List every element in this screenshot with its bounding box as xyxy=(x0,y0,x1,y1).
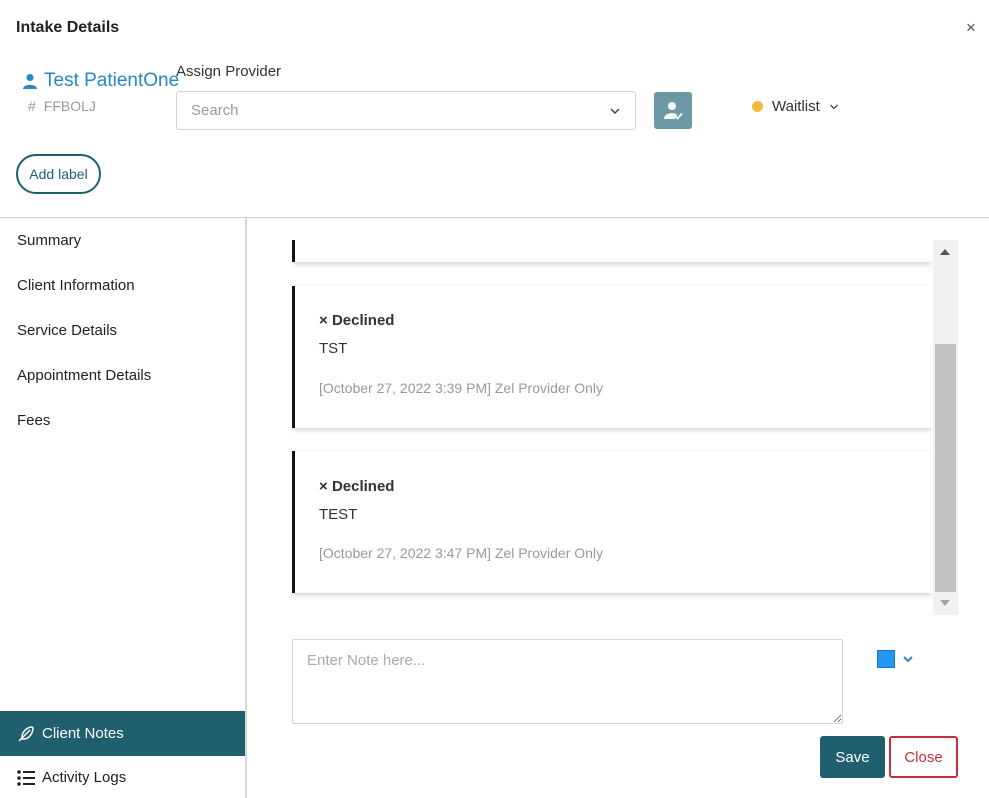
chevron-down-icon xyxy=(829,104,838,109)
assign-provider-label: Assign Provider xyxy=(176,63,282,80)
note-text: TEST xyxy=(319,506,358,523)
note-status-label: Declined xyxy=(331,478,395,495)
note-status: × Declined xyxy=(319,478,394,495)
provider-search-placeholder: Search xyxy=(191,102,239,119)
color-swatch xyxy=(877,650,895,668)
status-label: Waitlist xyxy=(772,98,820,115)
declined-x-icon: × xyxy=(319,312,328,329)
sidebar-item-summary[interactable]: Summary xyxy=(17,232,81,249)
patient-name: Test PatientOne xyxy=(44,70,180,91)
assign-user-icon xyxy=(664,101,683,120)
chevron-down-icon xyxy=(903,656,913,663)
sidebar-divider xyxy=(245,218,247,798)
sidebar-item-client-notes[interactable]: Client Notes xyxy=(0,711,245,756)
patient-id-value: FFBOLJ xyxy=(43,98,96,114)
sidebar-item-label: Activity Logs xyxy=(42,769,127,786)
person-icon xyxy=(23,74,37,89)
feather-pen-icon xyxy=(18,725,34,742)
status-dropdown[interactable]: Waitlist xyxy=(752,98,839,115)
modal-title: Intake Details xyxy=(16,19,120,36)
patient-id: # FFBOLJ xyxy=(28,98,96,114)
note-meta: [October 27, 2022 3:47 PM] Zel Provider … xyxy=(319,545,604,561)
save-button[interactable]: Save xyxy=(820,736,885,778)
chevron-down-icon xyxy=(610,107,620,114)
provider-search-select[interactable]: Search xyxy=(176,91,636,130)
note-input[interactable] xyxy=(292,639,843,724)
close-button[interactable]: Close xyxy=(889,736,958,778)
sidebar-item-activity-logs[interactable]: Activity Logs xyxy=(0,755,245,798)
assign-provider-button[interactable] xyxy=(654,92,692,129)
scroll-down-arrow-icon[interactable] xyxy=(940,600,950,606)
note-color-picker[interactable] xyxy=(877,650,914,668)
close-icon[interactable]: × xyxy=(966,19,976,36)
patient-name-link[interactable]: Test PatientOne xyxy=(22,70,179,92)
note-status-label: Declined xyxy=(331,312,395,329)
notes-list[interactable]: × Declined TST [October 27, 2022 3:39 PM… xyxy=(292,240,932,615)
header-divider xyxy=(0,217,989,218)
add-label-button[interactable]: Add label xyxy=(16,154,101,194)
note-meta: [October 27, 2022 3:39 PM] Zel Provider … xyxy=(319,380,604,396)
sidebar-item-appointment-details[interactable]: Appointment Details xyxy=(17,367,151,384)
note-text: TST xyxy=(319,340,348,357)
scroll-up-arrow-icon[interactable] xyxy=(940,249,950,255)
note-status: × Declined xyxy=(319,312,394,329)
list-icon xyxy=(17,769,35,786)
declined-x-icon: × xyxy=(319,478,328,495)
status-dot xyxy=(752,101,763,112)
sidebar-item-label: Client Notes xyxy=(42,725,124,742)
note-card: × Declined TEST [October 27, 2022 3:47 P… xyxy=(292,451,932,593)
sidebar-item-fees[interactable]: Fees xyxy=(17,412,50,429)
note-card-partial xyxy=(292,240,932,262)
note-card: × Declined TST [October 27, 2022 3:39 PM… xyxy=(292,286,932,428)
sidebar-item-client-information[interactable]: Client Information xyxy=(17,277,135,294)
scrollbar-thumb[interactable] xyxy=(935,344,956,592)
hash-icon: # xyxy=(28,98,36,114)
sidebar-item-service-details[interactable]: Service Details xyxy=(17,322,117,339)
notes-scrollbar[interactable] xyxy=(933,240,958,615)
